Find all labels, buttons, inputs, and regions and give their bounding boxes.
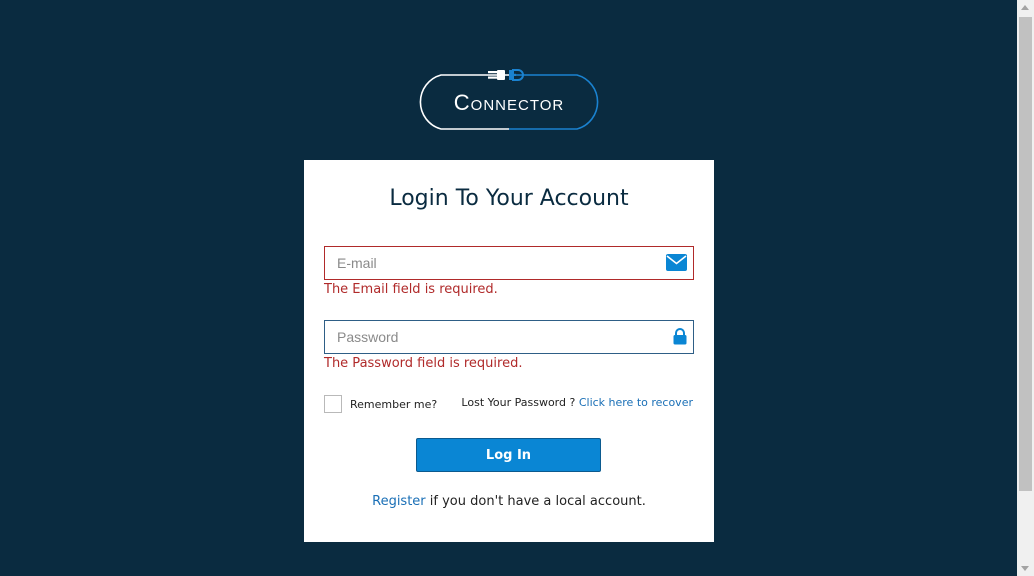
remember-checkbox[interactable] [324,395,342,413]
email-input[interactable] [325,247,667,279]
envelope-icon [666,254,687,275]
password-error: The Password field is required. [324,356,523,371]
password-field-container [324,320,694,354]
connector-logo: Connector [419,69,599,130]
login-button[interactable]: Log In [416,438,601,472]
lost-password: Lost Your Password ? Click here to recov… [461,396,693,409]
logo-text: Connector [454,90,564,115]
register-line: Register if you don't have a local accou… [304,494,714,509]
remember-label: Remember me? [350,397,438,411]
password-input[interactable] [325,321,667,353]
scroll-down-arrow-icon[interactable] [1021,566,1029,571]
vertical-scrollbar[interactable] [1017,0,1034,576]
login-card: Login To Your Account The Email field is… [304,160,714,542]
recover-link[interactable]: Click here to recover [579,396,693,409]
email-error: The Email field is required. [324,282,498,297]
lost-password-text: Lost Your Password ? [461,396,576,409]
remember-me: Remember me? [324,395,437,413]
lock-icon [673,328,687,349]
scroll-up-arrow-icon[interactable] [1021,5,1029,10]
scrollbar-thumb[interactable] [1019,17,1032,491]
register-link[interactable]: Register [372,494,426,509]
login-title: Login To Your Account [389,186,629,211]
email-field-container [324,246,694,280]
register-suffix: if you don't have a local account. [425,494,646,509]
page-background: Connector Login To Your Account The Emai… [0,0,1017,576]
